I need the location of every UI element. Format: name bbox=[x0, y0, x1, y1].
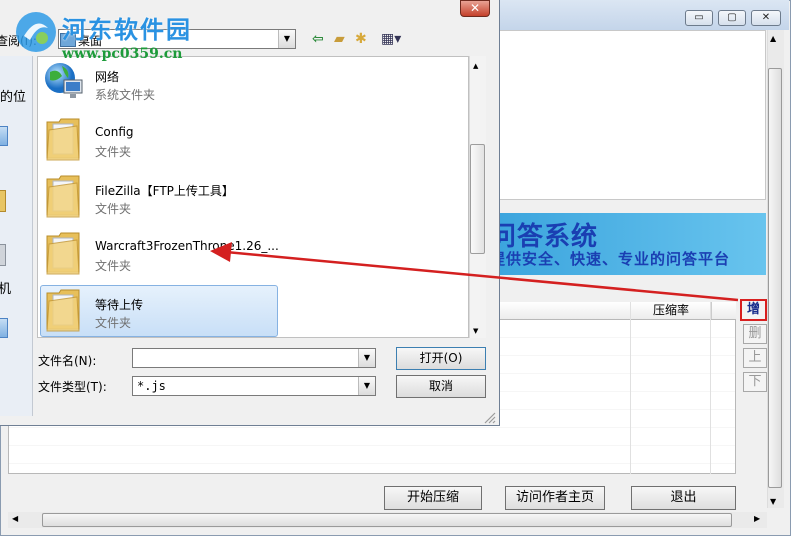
column-header-ratio[interactable]: 压缩率 bbox=[630, 302, 712, 319]
item-name[interactable]: Warcraft3FrozenThrone1.26_... bbox=[95, 239, 279, 253]
desktop-place-icon[interactable] bbox=[0, 126, 8, 146]
scroll-up-arrow-icon[interactable]: ▲ bbox=[770, 34, 776, 43]
open-button[interactable]: 打开(O) bbox=[396, 347, 486, 370]
network-place-icon[interactable] bbox=[0, 318, 8, 338]
start-compress-button[interactable]: 开始压缩 bbox=[384, 486, 482, 510]
folder-icon bbox=[46, 232, 80, 275]
filename-input[interactable]: ▼ bbox=[132, 348, 376, 368]
scroll-up-arrow-icon[interactable]: ▲ bbox=[473, 62, 478, 70]
filetype-value: *.js bbox=[137, 379, 166, 393]
scroll-down-arrow-icon[interactable]: ▼ bbox=[473, 327, 478, 335]
delete-file-button[interactable]: 删 bbox=[743, 324, 767, 344]
scroll-left-arrow-icon[interactable]: ◀ bbox=[12, 514, 18, 523]
item-type: 文件夹 bbox=[95, 259, 132, 273]
filetype-dropdown[interactable]: ▼ bbox=[132, 376, 376, 396]
folder-icon bbox=[46, 118, 80, 161]
item-name[interactable]: 网络 bbox=[95, 68, 119, 85]
item-name[interactable]: Config bbox=[95, 125, 134, 139]
move-up-button[interactable]: 上 bbox=[743, 348, 767, 368]
add-file-button[interactable]: 增 bbox=[740, 299, 767, 321]
cancel-button[interactable]: 取消 bbox=[396, 375, 486, 398]
places-bar bbox=[0, 56, 33, 416]
up-folder-icon[interactable]: ▰ bbox=[334, 32, 345, 46]
places-label-recent[interactable]: 的位 bbox=[0, 86, 26, 105]
computer-place-icon[interactable] bbox=[0, 244, 6, 266]
item-name[interactable]: 等待上传 bbox=[95, 296, 143, 313]
folder-icon bbox=[46, 289, 80, 332]
filename-label: 文件名(N): bbox=[38, 354, 97, 368]
exit-button[interactable]: 退出 bbox=[631, 486, 736, 510]
move-down-button[interactable]: 下 bbox=[743, 372, 767, 392]
visit-author-button[interactable]: 访问作者主页 bbox=[505, 486, 605, 510]
documents-place-icon[interactable] bbox=[0, 190, 6, 212]
filetype-label: 文件类型(T): bbox=[38, 380, 107, 394]
dialog-close-button[interactable]: ✕ bbox=[460, 0, 490, 17]
main-vertical-scroll-thumb[interactable] bbox=[768, 68, 782, 488]
network-globe-icon bbox=[45, 63, 83, 98]
column-divider bbox=[630, 302, 631, 474]
main-horizontal-scroll-thumb[interactable] bbox=[42, 513, 732, 527]
item-type: 文件夹 bbox=[95, 316, 132, 330]
chevron-down-icon[interactable]: ▼ bbox=[358, 349, 375, 367]
new-folder-icon[interactable]: ✱ bbox=[355, 32, 367, 46]
scroll-right-arrow-icon[interactable]: ▶ bbox=[754, 514, 760, 523]
places-label-computer[interactable]: 机 bbox=[0, 278, 11, 297]
scroll-down-arrow-icon[interactable]: ▼ bbox=[770, 497, 776, 506]
back-arrow-icon[interactable]: ⇦ bbox=[312, 32, 324, 46]
resize-grip-icon[interactable] bbox=[482, 410, 496, 424]
chevron-down-icon[interactable]: ▼ bbox=[358, 377, 375, 395]
chevron-down-icon[interactable]: ▼ bbox=[278, 30, 295, 48]
folder-icon bbox=[46, 175, 80, 218]
item-type: 系统文件夹 bbox=[95, 88, 156, 102]
file-list-scroll-thumb[interactable] bbox=[470, 144, 485, 254]
watermark-logo-icon bbox=[16, 12, 56, 52]
item-type: 文件夹 bbox=[95, 145, 132, 159]
banner-subtitle: 提供安全、快速、专业的问答平台 bbox=[490, 250, 731, 268]
item-name[interactable]: FileZilla【FTP上传工具】 bbox=[95, 182, 234, 199]
minimize-button[interactable]: ▭ bbox=[685, 10, 713, 26]
item-type: 文件夹 bbox=[95, 202, 132, 216]
main-close-button[interactable]: ✕ bbox=[751, 10, 781, 26]
watermark-title: 河东软件园 bbox=[62, 15, 192, 44]
view-menu-icon[interactable]: ▦▾ bbox=[381, 32, 401, 46]
maximize-button[interactable]: ▢ bbox=[718, 10, 746, 26]
watermark-url: www.pc0359.cn bbox=[62, 46, 183, 62]
column-divider bbox=[710, 302, 711, 474]
